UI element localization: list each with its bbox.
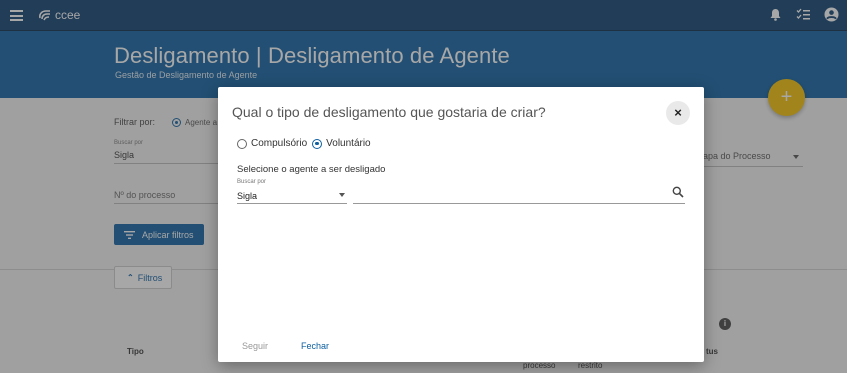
- agent-search-field[interactable]: [353, 183, 685, 204]
- buscar-por-select[interactable]: Buscar por Sigla: [237, 179, 347, 204]
- chevron-down-icon: [339, 193, 345, 197]
- radio-compulsorio-label[interactable]: Compulsório: [251, 138, 307, 149]
- close-icon[interactable]: ×: [666, 101, 690, 125]
- radio-voluntario[interactable]: [312, 138, 323, 149]
- close-button[interactable]: Fechar: [301, 341, 329, 351]
- agent-search-input[interactable]: [353, 185, 663, 201]
- search-icon[interactable]: [672, 186, 684, 198]
- desligamento-type-radio-group: Compulsório Voluntário: [237, 138, 376, 149]
- buscar-por-value: Sigla: [237, 191, 258, 201]
- agent-select-prompt: Selecione o agente a ser desligado: [237, 164, 386, 175]
- next-button[interactable]: Seguir: [242, 341, 268, 351]
- dialog-title: Qual o tipo de desligamento que gostaria…: [232, 104, 546, 120]
- buscar-por-label: Buscar por: [237, 179, 267, 185]
- dialog-actions: Seguir Fechar: [242, 341, 329, 351]
- create-desligamento-dialog: Qual o tipo de desligamento que gostaria…: [218, 87, 704, 362]
- radio-compulsorio[interactable]: [237, 138, 247, 149]
- radio-voluntario-label[interactable]: Voluntário: [326, 138, 370, 149]
